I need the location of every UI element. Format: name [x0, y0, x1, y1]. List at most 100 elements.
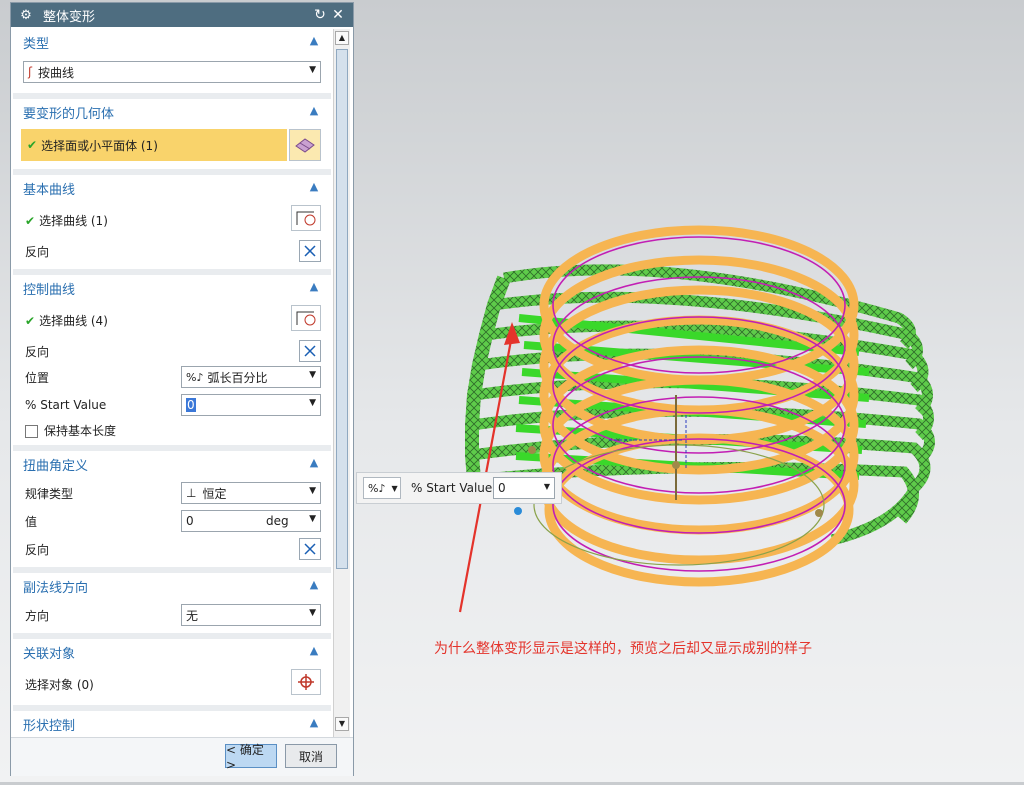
- scroll-up-icon[interactable]: ▲: [335, 31, 349, 45]
- section-associate-title: 关联对象: [23, 646, 76, 662]
- graphics-viewport[interactable]: [354, 0, 1024, 782]
- law-type-value: 恒定: [202, 486, 227, 501]
- gear-icon[interactable]: ⚙: [17, 8, 35, 23]
- floating-start-value-input[interactable]: 0 ▼: [493, 477, 555, 499]
- chevron-down-icon: ▼: [309, 398, 316, 408]
- collapse-caret-icon[interactable]: ▲: [307, 644, 321, 658]
- scroll-down-icon[interactable]: ▼: [335, 717, 349, 731]
- ok-button[interactable]: < 确定 >: [225, 743, 277, 772]
- section-geometry-header[interactable]: 要变形的几何体 ▲: [13, 99, 331, 125]
- reverse-direction-icon[interactable]: [299, 240, 321, 262]
- collapse-caret-icon[interactable]: ▲: [307, 104, 321, 118]
- close-icon[interactable]: ✕: [329, 7, 347, 23]
- base-curve-select-label: 选择曲线 (1): [39, 213, 108, 228]
- section-shape: 形状控制 ▲: [13, 711, 331, 735]
- scroll-thumb[interactable]: [336, 49, 348, 569]
- percent-arc-icon: %♪: [186, 370, 204, 384]
- section-shape-header[interactable]: 形状控制 ▲: [13, 711, 331, 735]
- section-binormal-header[interactable]: 副法线方向 ▲: [13, 573, 331, 599]
- base-curve-select-row[interactable]: ✔ 选择曲线 (1): [13, 205, 331, 235]
- reverse-direction-icon[interactable]: [299, 538, 321, 560]
- keep-length-label: 保持基本长度: [44, 423, 117, 438]
- dialog-title: 整体变形: [43, 9, 96, 25]
- associate-select-row[interactable]: 选择对象 (0): [13, 671, 331, 697]
- model-preview: [458, 225, 935, 613]
- crosshair-icon[interactable]: [291, 669, 321, 695]
- section-base-curve-title: 基本曲线: [23, 182, 76, 198]
- section-control-curve-title: 控制曲线: [23, 282, 76, 298]
- percent-arc-dropdown[interactable]: %♪ ▼: [363, 477, 401, 499]
- twist-value-text: 0: [186, 514, 194, 528]
- chevron-down-icon: ▼: [309, 608, 316, 618]
- section-geometry: 要变形的几何体 ▲ ✔ 选择面或小平面体 (1): [13, 99, 331, 175]
- keep-length-row[interactable]: 保持基本长度: [13, 419, 331, 441]
- section-base-curve-header[interactable]: 基本曲线 ▲: [13, 175, 331, 201]
- direction-select[interactable]: 无 ▼: [181, 604, 321, 626]
- section-associate-header[interactable]: 关联对象 ▲: [13, 639, 331, 665]
- floating-start-value-label: % Start Value: [411, 481, 493, 495]
- direction-label: 方向: [25, 608, 50, 623]
- chevron-down-icon: ▼: [543, 482, 550, 491]
- section-twist-header[interactable]: 扭曲角定义 ▲: [13, 451, 331, 477]
- annotation-text: 为什么整体变形显示是这样的，预览之后却又显示成别的样子: [434, 641, 812, 657]
- chevron-down-icon: ▼: [309, 514, 316, 524]
- law-type-label: 规律类型: [25, 486, 74, 501]
- select-body-icon[interactable]: [289, 129, 321, 161]
- chevron-down-icon: ▼: [309, 65, 316, 75]
- twist-reverse-label: 反向: [25, 542, 50, 557]
- floating-start-value-bar: %♪ ▼ % Start Value 0 ▼: [356, 472, 562, 504]
- twist-value-input[interactable]: 0 deg ▼: [181, 510, 321, 532]
- dialog-footer: < 确定 > 取消: [11, 737, 353, 776]
- associate-select-label: 选择对象 (0): [25, 677, 94, 692]
- deform-dialog: ⚙ 整体变形 ↻ ✕ 类型 ▲ ʃ 按曲线 ▼ 要变形的几何体 ▲ ✔ 选择面或…: [10, 2, 354, 776]
- start-value-input[interactable]: 0 ▼: [181, 394, 321, 416]
- section-shape-title: 形状控制: [23, 718, 76, 734]
- title-bar: ⚙ 整体变形 ↻ ✕: [11, 3, 353, 27]
- curve-type-icon: ʃ: [28, 65, 33, 79]
- section-type-title: 类型: [23, 36, 50, 52]
- section-base-curve: 基本曲线 ▲ ✔ 选择曲线 (1) 反向: [13, 175, 331, 275]
- section-twist: 扭曲角定义 ▲ 规律类型 ⊥ 恒定 ▼ 值 0 deg ▼ 反向: [13, 451, 331, 573]
- section-type-header[interactable]: 类型 ▲: [13, 29, 331, 55]
- position-select[interactable]: %♪ 弧长百分比 ▼: [181, 366, 321, 388]
- collapse-caret-icon[interactable]: ▲: [307, 34, 321, 48]
- section-control-curve-header[interactable]: 控制曲线 ▲: [13, 275, 331, 301]
- select-curve-icon[interactable]: [291, 205, 321, 231]
- cancel-button[interactable]: 取消: [285, 744, 337, 768]
- checkmark-icon: ✔: [25, 313, 36, 328]
- control-curve-select-row[interactable]: ✔ 选择曲线 (4): [13, 305, 331, 335]
- section-binormal: 副法线方向 ▲ 方向 无 ▼: [13, 573, 331, 639]
- select-curve-icon[interactable]: [291, 305, 321, 331]
- section-binormal-title: 副法线方向: [23, 580, 89, 596]
- dialog-scrollbar[interactable]: ▲ ▼: [333, 29, 350, 737]
- start-value-label: % Start Value: [25, 398, 107, 412]
- start-value-text: 0: [186, 398, 196, 412]
- base-reverse-label: 反向: [25, 244, 50, 259]
- position-label: 位置: [25, 370, 50, 385]
- reset-icon[interactable]: ↻: [311, 7, 329, 23]
- checkmark-icon: ✔: [25, 213, 36, 228]
- twist-value-label: 值: [25, 514, 38, 529]
- keep-length-checkbox[interactable]: [25, 424, 38, 438]
- section-control-curve: 控制曲线 ▲ ✔ 选择曲线 (4) 反向 位置 %♪ 弧长百分比 ▼ % Sta…: [13, 275, 331, 451]
- select-face-row[interactable]: ✔ 选择面或小平面体 (1): [21, 129, 287, 161]
- control-reverse-row: 反向: [13, 339, 331, 363]
- collapse-caret-icon[interactable]: ▲: [307, 578, 321, 592]
- collapse-caret-icon[interactable]: ▲: [307, 280, 321, 294]
- type-select-value: 按曲线: [38, 65, 75, 80]
- position-select-value: 弧长百分比: [207, 370, 268, 385]
- collapse-caret-icon[interactable]: ▲: [307, 456, 321, 470]
- section-associate: 关联对象 ▲ 选择对象 (0): [13, 639, 331, 711]
- collapse-caret-icon[interactable]: ▲: [307, 180, 321, 194]
- chevron-down-icon: ▼: [309, 486, 316, 496]
- section-geometry-title: 要变形的几何体: [23, 106, 115, 122]
- floating-start-value-text: 0: [498, 481, 506, 495]
- reverse-direction-icon[interactable]: [299, 340, 321, 362]
- control-reverse-label: 反向: [25, 344, 50, 359]
- orange-tube-rings: [539, 225, 859, 587]
- control-curve-select-label: 选择曲线 (4): [39, 313, 108, 328]
- law-type-select[interactable]: ⊥ 恒定 ▼: [181, 482, 321, 504]
- collapse-caret-icon[interactable]: ▲: [307, 716, 321, 730]
- dialog-content: 类型 ▲ ʃ 按曲线 ▼ 要变形的几何体 ▲ ✔ 选择面或小平面体 (1) 基本…: [13, 29, 331, 735]
- type-select[interactable]: ʃ 按曲线 ▼: [23, 61, 321, 83]
